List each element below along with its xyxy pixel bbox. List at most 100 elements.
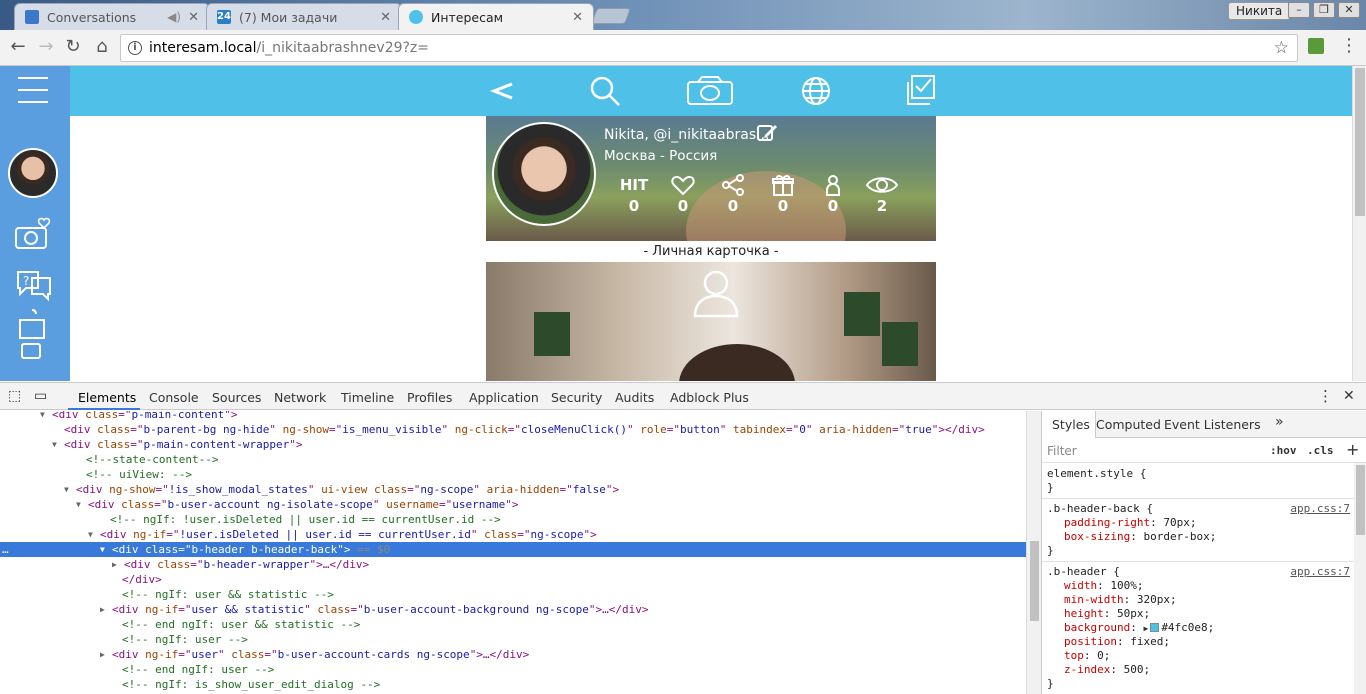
dom-node[interactable]: <div class="b-parent-bg ng-hide" ng-show…: [0, 422, 1026, 437]
dom-node[interactable]: ▼ <div ng-if="!user.isDeleted || user.id …: [0, 527, 1026, 542]
expand-toggle-icon[interactable]: ▼: [40, 411, 45, 422]
avatar[interactable]: [8, 148, 58, 198]
color-swatch[interactable]: [1150, 623, 1160, 632]
forward-icon[interactable]: →: [36, 37, 56, 57]
tab-audits[interactable]: Audits: [615, 390, 654, 405]
close-devtools-icon[interactable]: ✕: [1343, 388, 1355, 404]
filter-input[interactable]: Filter: [1047, 444, 1077, 458]
style-property[interactable]: top: 0;: [1064, 649, 1110, 663]
tab-adblock[interactable]: Adblock Plus: [670, 390, 749, 405]
inspect-icon[interactable]: ⬚: [8, 388, 21, 404]
camera-icon[interactable]: [686, 74, 734, 108]
style-property[interactable]: padding-right: 70px;: [1064, 516, 1196, 530]
tab-conversations[interactable]: Conversations ◀) ✕: [14, 3, 210, 30]
styles-scrollbar[interactable]: [1354, 463, 1366, 694]
tasks-check-icon[interactable]: [904, 74, 938, 108]
menu-icon[interactable]: [0, 66, 70, 116]
personal-card-photo[interactable]: [486, 262, 936, 381]
rule-source-link[interactable]: app.css:7: [1290, 565, 1350, 578]
dom-node[interactable]: ▼ <div ng-show="!is_show_modal_states" ui…: [0, 482, 1026, 497]
style-property[interactable]: box-sizing: border-box;: [1064, 530, 1216, 544]
dom-node[interactable]: ▼ <div class="b-user-account ng-isolate-s…: [0, 497, 1026, 512]
device-toolbar-icon[interactable]: ▭: [34, 388, 47, 404]
camera-heart-icon[interactable]: [14, 216, 54, 252]
more-tabs-icon[interactable]: »: [1275, 414, 1284, 430]
hov-toggle[interactable]: :hov: [1270, 444, 1297, 457]
tab-tasks[interactable]: 24 (7) Мои задачи ✕: [206, 3, 402, 30]
close-icon[interactable]: ✕: [188, 10, 199, 25]
profile-avatar[interactable]: [492, 122, 596, 226]
back-arrow-icon[interactable]: [486, 74, 520, 108]
dom-node[interactable]: <!-- uiView: -->: [0, 467, 1026, 482]
dom-tree[interactable]: ▼ <div class="p-main-content"> <div class=…: [0, 411, 1026, 694]
expand-toggle-icon[interactable]: ▶: [100, 647, 105, 662]
tab-profiles[interactable]: Profiles: [407, 390, 452, 405]
new-tab-button[interactable]: [591, 8, 631, 24]
tab-sources[interactable]: Sources: [212, 390, 261, 405]
question-chat-icon[interactable]: ?: [14, 266, 54, 302]
style-property[interactable]: position: fixed;: [1064, 635, 1170, 649]
tab-elements[interactable]: Elements: [78, 390, 136, 405]
address-bar[interactable]: i interesam.local/i_nikitaabrashnev29?z=…: [120, 34, 1298, 62]
dom-node[interactable]: <!-- end ngIf: user -->: [0, 662, 1026, 677]
profile-button[interactable]: Никита: [1228, 2, 1291, 20]
expand-toggle-icon[interactable]: ▶: [112, 557, 117, 572]
tab-network[interactable]: Network: [274, 390, 326, 405]
dom-node[interactable]: <!-- ngIf: !user.isDeleted || user.id ==…: [0, 512, 1026, 527]
expand-toggle-icon[interactable]: ▶: [100, 602, 105, 617]
expand-toggle-icon[interactable]: ▼: [88, 527, 93, 542]
dom-node[interactable]: ▶ <div class="b-header-wrapper">…</div>: [0, 557, 1026, 572]
mute-icon[interactable]: ◀): [167, 10, 181, 24]
home-icon[interactable]: ⌂: [92, 37, 112, 57]
tab-styles[interactable]: Styles: [1042, 411, 1096, 438]
stat-hit[interactable]: НIТ 0: [616, 174, 652, 216]
dom-node[interactable]: <!-- ngIf: user && statistic -->: [0, 587, 1026, 602]
browser-menu-icon[interactable]: ⋮: [1340, 36, 1358, 56]
dom-node[interactable]: <!-- ngIf: user -->: [0, 632, 1026, 647]
reload-icon[interactable]: ↻: [63, 37, 83, 57]
page-scrollbar[interactable]: [1352, 66, 1366, 381]
rule-selector[interactable]: .b-header-back {: [1047, 502, 1153, 516]
dom-node[interactable]: </div>: [0, 572, 1026, 587]
node-actions-icon[interactable]: …: [2, 542, 9, 557]
stat-shares[interactable]: 0: [715, 174, 751, 216]
bookmark-star-icon[interactable]: ☆: [1274, 35, 1289, 61]
tab-timeline[interactable]: Timeline: [341, 390, 394, 405]
expand-toggle-icon[interactable]: ▼: [76, 497, 81, 512]
devices-icon[interactable]: [14, 306, 54, 366]
rule-source-link[interactable]: app.css:7: [1290, 502, 1350, 515]
restore-icon[interactable]: ❐: [1313, 2, 1335, 18]
dom-node[interactable]: ▶ <div ng-if="user" class="b-user-account…: [0, 647, 1026, 662]
tab-console[interactable]: Console: [149, 390, 199, 405]
tab-security[interactable]: Security: [551, 390, 602, 405]
tab-event-listeners[interactable]: Event Listeners: [1164, 417, 1261, 432]
close-icon[interactable]: ✕: [380, 10, 391, 25]
expand-toggle-icon[interactable]: ▼: [100, 542, 105, 557]
info-icon[interactable]: i: [128, 41, 142, 55]
dom-node[interactable]: <!-- end ngIf: user && statistic -->: [0, 617, 1026, 632]
back-icon[interactable]: ←: [8, 37, 28, 57]
expand-toggle-icon[interactable]: ▼: [64, 482, 69, 497]
style-property[interactable]: min-width: 320px;: [1064, 593, 1177, 607]
globe-icon[interactable]: [799, 74, 833, 108]
devtools-menu-icon[interactable]: ⋮: [1318, 387, 1333, 405]
dom-node[interactable]: ▼ <div class="p-main-content-wrapper">: [0, 437, 1026, 452]
rule-selector[interactable]: element.style {: [1047, 467, 1146, 481]
dom-node[interactable]: … ▼ <div class="b-header b-header-back"> =…: [0, 542, 1026, 557]
stat-likes[interactable]: 0: [665, 174, 701, 216]
dom-node[interactable]: <!-- ngIf: is_show_user_edit_dialog -->: [0, 677, 1026, 692]
style-property[interactable]: height: 50px;: [1064, 607, 1150, 621]
stat-gifts[interactable]: 0: [765, 174, 801, 216]
expand-toggle-icon[interactable]: ▼: [52, 437, 57, 452]
add-rule-icon[interactable]: +: [1346, 440, 1359, 459]
edit-icon[interactable]: [756, 122, 778, 144]
dom-node[interactable]: ▼ <div class="p-main-content">: [0, 411, 1026, 422]
stat-views[interactable]: 2: [864, 174, 900, 216]
close-icon[interactable]: ✕: [572, 10, 583, 25]
tab-interesam[interactable]: Интересам ✕: [398, 3, 594, 30]
minimize-icon[interactable]: –: [1288, 2, 1310, 18]
cls-toggle[interactable]: .cls: [1307, 444, 1334, 457]
style-property[interactable]: background: ▶ #4fc0e8;: [1064, 621, 1214, 635]
rule-selector[interactable]: .b-header {: [1047, 565, 1120, 579]
search-icon[interactable]: [588, 74, 622, 108]
